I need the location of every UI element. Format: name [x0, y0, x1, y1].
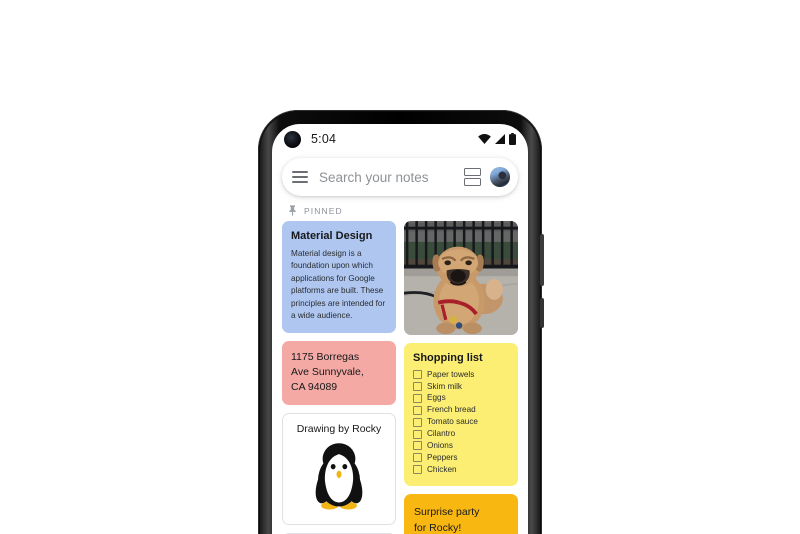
wifi-icon [478, 134, 491, 144]
note-title: Drawing by Rocky [296, 423, 382, 436]
note-body: Material design is a foundation upon whi… [291, 248, 386, 321]
drawing-canvas [283, 437, 395, 524]
dog-photo-image [404, 221, 518, 335]
view-toggle-bar [464, 167, 481, 176]
checkbox-icon[interactable] [413, 441, 422, 451]
checklist-item[interactable]: Skim milk [413, 382, 509, 392]
note-body: 1175 Borregas Ave Sunnyvale, CA 94089 [291, 350, 387, 396]
pin-icon [289, 205, 296, 216]
checklist-item-label: Paper towels [427, 369, 475, 379]
penguin-drawing-icon [315, 443, 363, 510]
checklist-item[interactable]: Eggs [413, 393, 509, 404]
checkbox-icon[interactable] [413, 429, 422, 439]
screenshot-canvas: 5:04 Search your notes PINNED Material D… [0, 0, 800, 534]
front-camera-hole-icon [284, 130, 301, 148]
checklist-item[interactable]: Onions [413, 441, 509, 451]
checkbox-icon[interactable] [413, 417, 422, 427]
address-line: Ave Sunnyvale, [291, 365, 364, 378]
power-button[interactable] [540, 234, 544, 286]
checklist-item-label: French bread [427, 405, 476, 415]
checkbox-icon[interactable] [413, 382, 422, 392]
note-material-design[interactable]: Material Design Material design is a fou… [282, 221, 396, 333]
checkbox-icon[interactable] [413, 405, 422, 415]
checklist-item[interactable]: Paper towels [413, 370, 509, 380]
checkbox-icon[interactable] [413, 465, 422, 475]
phone-screen: 5:04 Search your notes PINNED Material D… [272, 124, 528, 534]
checklist-item-label: Peppers [427, 452, 458, 462]
note-body: Surprise party for Rocky! [414, 505, 508, 534]
checklist-item-label: Tomato sauce [427, 417, 478, 427]
list-view-toggle-icon[interactable] [464, 165, 481, 189]
phone-device-frame: 5:04 Search your notes PINNED Material D… [258, 110, 544, 534]
note-surprise-party[interactable]: Surprise party for Rocky! [404, 494, 518, 534]
pinned-section-header: PINNED [272, 196, 528, 221]
checkbox-icon[interactable] [413, 370, 422, 380]
account-avatar[interactable] [490, 167, 510, 187]
party-line: Surprise party [414, 506, 480, 519]
notes-column-left: Material Design Material design is a fou… [282, 221, 396, 534]
search-bar[interactable]: Search your notes [282, 158, 518, 196]
checklist-item[interactable]: Cilantro [413, 429, 509, 439]
search-input[interactable]: Search your notes [319, 170, 464, 185]
notes-grid: Material Design Material design is a fou… [272, 221, 528, 534]
view-toggle-bar [464, 178, 481, 187]
note-dog-photo[interactable] [404, 221, 518, 335]
hamburger-line [292, 176, 308, 178]
note-title: Shopping list [413, 352, 483, 364]
shopping-checklist: Paper towels Skim milk Eggs French bread… [413, 370, 509, 475]
note-drawing[interactable]: Drawing by Rocky [282, 413, 396, 526]
pinned-label: PINNED [304, 205, 343, 216]
notes-column-right: Shopping list Paper towels Skim milk Egg… [404, 221, 518, 534]
checkbox-icon[interactable] [413, 394, 422, 404]
volume-button[interactable] [540, 298, 544, 328]
hamburger-line [292, 171, 308, 173]
checklist-item-label: Skim milk [427, 381, 463, 391]
status-bar-icons [478, 133, 516, 145]
battery-icon [509, 133, 516, 145]
checklist-item[interactable]: Peppers [413, 453, 509, 463]
note-shopping-list[interactable]: Shopping list Paper towels Skim milk Egg… [404, 343, 518, 487]
checklist-item[interactable]: French bread [413, 405, 509, 415]
checklist-item[interactable]: Tomato sauce [413, 417, 509, 427]
checkbox-icon[interactable] [413, 453, 422, 463]
address-line: CA 94089 [291, 381, 338, 393]
checklist-item-label: Eggs [427, 393, 446, 403]
hamburger-line [292, 181, 308, 183]
hamburger-menu-icon[interactable] [292, 168, 308, 186]
note-address[interactable]: 1175 Borregas Ave Sunnyvale, CA 94089 [282, 340, 396, 406]
checklist-item-label: Cilantro [427, 428, 456, 438]
signal-icon [495, 134, 505, 144]
party-line: for Rocky! [414, 521, 462, 534]
checklist-item[interactable]: Chicken [413, 465, 509, 475]
address-line: 1175 Borregas [291, 350, 360, 363]
status-bar: 5:04 [272, 124, 528, 154]
checklist-item-label: Onions [427, 440, 453, 450]
note-title: Material Design [291, 230, 373, 242]
search-bar-container: Search your notes [272, 154, 528, 196]
checklist-item-label: Chicken [427, 464, 457, 474]
status-bar-time: 5:04 [311, 132, 337, 146]
